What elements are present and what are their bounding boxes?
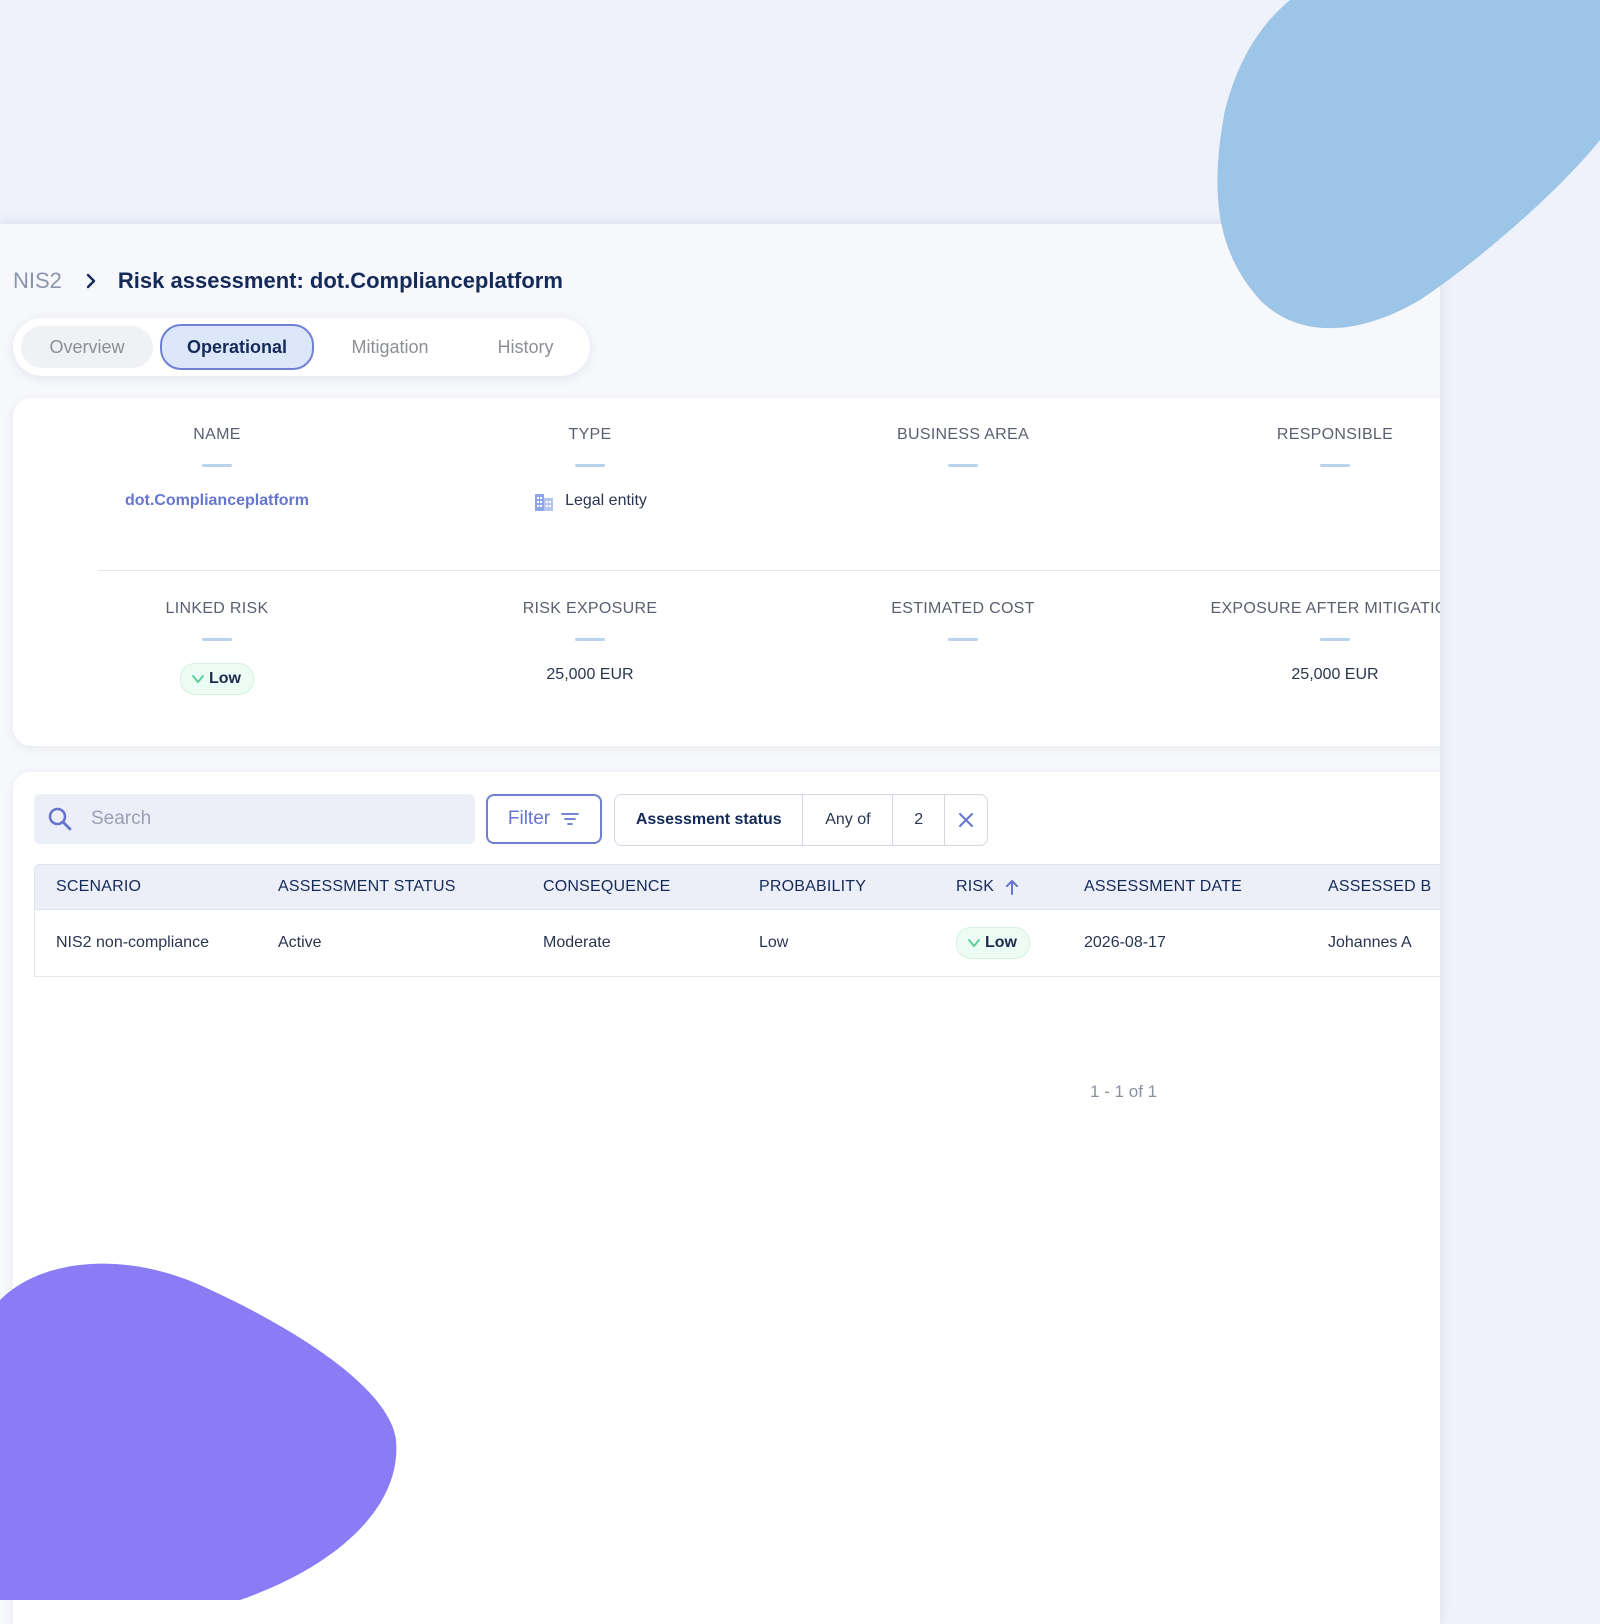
tab-overview[interactable]: Overview <box>21 326 153 368</box>
filter-button[interactable]: Filter <box>486 794 602 844</box>
table-row[interactable]: NIS2 non-compliance Active Moderate Low … <box>34 910 1440 977</box>
panel-background: NIS2 Risk assessment: dot.Complianceplat… <box>0 224 1440 1624</box>
divider-dash <box>948 464 978 467</box>
cell-consequence: Moderate <box>543 934 611 951</box>
search-input[interactable] <box>89 807 453 831</box>
info-business-area-label: BUSINESS AREA <box>897 426 1029 443</box>
close-icon <box>959 813 974 827</box>
info-responsible-label: RESPONSIBLE <box>1276 426 1394 443</box>
filter-chip-remove-button[interactable] <box>945 795 987 845</box>
info-responsible: RESPONSIBLE <box>1165 426 1440 513</box>
column-header-assessed-by[interactable]: ASSESSED B <box>1328 865 1431 909</box>
estimated-cost-value <box>793 663 1133 687</box>
info-estimated-cost: ESTIMATED COST <box>793 600 1133 687</box>
column-header-assessment-date[interactable]: ASSESSMENT DATE <box>1084 865 1242 909</box>
risk-badge: Low <box>956 927 1030 959</box>
chevron-right-icon <box>86 273 96 289</box>
cell-scenario: NIS2 non-compliance <box>56 934 209 951</box>
divider-dash <box>948 638 978 641</box>
column-header-risk[interactable]: RISK <box>956 865 1020 909</box>
column-header-assessment-status[interactable]: ASSESSMENT STATUS <box>278 865 456 909</box>
search-box <box>34 794 475 844</box>
column-header-consequence[interactable]: CONSEQUENCE <box>543 865 671 909</box>
column-header-risk-label: RISK <box>956 878 995 895</box>
info-risk-exposure: RISK EXPOSURE 25,000 EUR <box>420 600 760 687</box>
info-estimated-cost-label: ESTIMATED COST <box>891 600 1035 617</box>
cell-assessed-by: Johannes A <box>1328 934 1412 951</box>
main-panel: NIS2 Risk assessment: dot.Complianceplat… <box>0 224 1440 1624</box>
filter-chip-field[interactable]: Assessment status <box>615 795 804 845</box>
cell-probability: Low <box>759 934 789 951</box>
tab-mitigation[interactable]: Mitigation <box>325 326 455 368</box>
column-header-scenario[interactable]: SCENARIO <box>56 865 141 909</box>
divider-dash <box>1320 638 1350 641</box>
cell-assessment-date: 2026-08-17 <box>1084 934 1166 951</box>
building-icon <box>535 494 554 511</box>
chevron-down-icon <box>968 939 980 947</box>
filter-chip: Assessment status Any of 2 <box>614 794 988 846</box>
page-title: Risk assessment: dot.Complianceplatform <box>117 268 563 293</box>
breadcrumb: NIS2 Risk assessment: dot.Complianceplat… <box>13 266 563 296</box>
name-link[interactable]: dot.Complianceplatform <box>125 492 309 509</box>
info-linked-risk-label: LINKED RISK <box>165 600 269 617</box>
cell-risk: Low <box>956 910 1030 976</box>
risk-badge-label: Low <box>985 934 1017 951</box>
business-area-value <box>793 489 1133 513</box>
table-card: Filter Assessment status Any of 2 SCENAR… <box>13 772 1440 1624</box>
sort-ascending-arrow-icon <box>1006 880 1019 895</box>
breadcrumb-root-link[interactable]: NIS2 <box>13 268 62 294</box>
info-type-label: TYPE <box>568 426 612 443</box>
divider-dash <box>575 464 605 467</box>
chevron-down-icon <box>192 675 204 683</box>
tab-bar: Overview Operational Mitigation History <box>13 318 590 376</box>
filter-lines-icon <box>561 813 580 825</box>
info-exposure-after-mitigation: EXPOSURE AFTER MITIGATION 25,000 EUR <box>1165 600 1440 687</box>
info-business-area: BUSINESS AREA <box>793 426 1133 513</box>
risk-badge-label: Low <box>209 670 241 687</box>
filter-chip-count[interactable]: 2 <box>893 795 946 845</box>
divider-dash <box>575 638 605 641</box>
divider-dash <box>202 464 232 467</box>
responsible-value <box>1165 489 1440 513</box>
cell-assessment-status: Active <box>278 934 322 951</box>
filter-chip-operator[interactable]: Any of <box>803 795 894 845</box>
tab-history[interactable]: History <box>463 326 588 368</box>
tab-operational[interactable]: Operational <box>160 324 314 370</box>
risk-badge: Low <box>180 663 254 695</box>
info-linked-risk: LINKED RISK Low <box>47 600 387 697</box>
info-divider <box>98 570 1440 571</box>
filter-button-label: Filter <box>507 808 551 829</box>
info-risk-exposure-label: RISK EXPOSURE <box>522 600 658 617</box>
divider-dash <box>202 638 232 641</box>
exposure-after-mitigation-value: 25,000 EUR <box>1291 666 1379 683</box>
search-icon <box>48 807 72 831</box>
pagination-status: 1 - 1 of 1 <box>1090 1082 1158 1101</box>
divider-dash <box>1320 464 1350 467</box>
info-card: NAME dot.Complianceplatform TYPE Legal e… <box>13 398 1440 746</box>
table-header: SCENARIO ASSESSMENT STATUS CONSEQUENCE P… <box>34 864 1440 910</box>
type-value: Legal entity <box>565 492 647 509</box>
info-name-label: NAME <box>193 426 241 443</box>
column-header-probability[interactable]: PROBABILITY <box>759 865 866 909</box>
info-type: TYPE Legal entity <box>420 426 760 513</box>
risk-exposure-value: 25,000 EUR <box>546 666 634 683</box>
risk-table: SCENARIO ASSESSMENT STATUS CONSEQUENCE P… <box>34 864 1440 1101</box>
info-exposure-after-mitigation-label: EXPOSURE AFTER MITIGATION <box>1210 600 1440 617</box>
info-name: NAME dot.Complianceplatform <box>47 426 387 513</box>
